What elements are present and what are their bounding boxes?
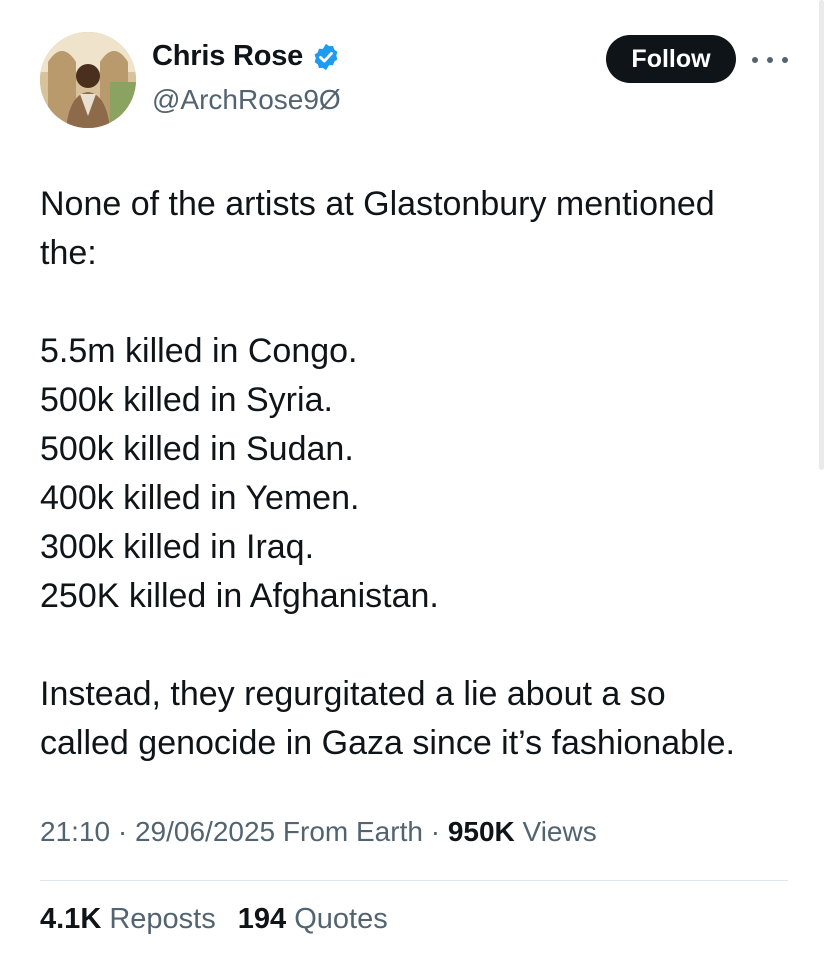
tweet-line: called genocide in Gaza since it’s fashi… — [40, 724, 735, 762]
list-item: 300k killed in Iraq. — [40, 528, 315, 566]
avatar[interactable] — [40, 32, 136, 128]
more-options-icon[interactable] — [752, 50, 788, 70]
quotes-link[interactable]: 194 Quotes — [238, 903, 388, 935]
dot — [752, 57, 758, 63]
tweet-text: None of the artists at Glastonbury menti… — [40, 180, 800, 768]
views-count[interactable]: 950K — [448, 816, 515, 847]
quotes-count: 194 — [237, 903, 287, 935]
divider — [40, 880, 788, 881]
verified-badge-icon — [311, 42, 341, 72]
tweet-line: None of the artists at Glastonbury menti… — [40, 185, 715, 223]
reposts-label: Reposts — [109, 903, 216, 935]
tweet-meta: 21:10 · 29/06/2025 From Earth · 950K Vie… — [40, 816, 597, 848]
separator: · — [117, 816, 128, 847]
tweet-date[interactable]: 29/06/2025 — [135, 816, 275, 847]
name-row: Chris Rose — [152, 40, 341, 73]
reposts-link[interactable]: 4.1K Reposts — [40, 903, 216, 935]
list-item: 400k killed in Yemen. — [40, 479, 360, 517]
views-label: Views — [522, 816, 597, 847]
user-handle[interactable]: @ArchRose9Ø — [152, 84, 341, 116]
tweet: Chris Rose @ArchRose9Ø Follow None of th… — [0, 0, 828, 965]
follow-button[interactable]: Follow — [606, 35, 736, 83]
engagement-stats: 4.1K Reposts 194 Quotes — [40, 903, 402, 936]
display-name[interactable]: Chris Rose — [152, 40, 303, 73]
dot — [767, 57, 773, 63]
list-item: 500k killed in Syria. — [40, 381, 333, 419]
tweet-source: From Earth — [282, 816, 423, 847]
tweet-line: Instead, they regurgitated a lie about a… — [40, 675, 666, 713]
list-item: 500k killed in Sudan. — [40, 430, 354, 468]
scrollbar[interactable] — [819, 0, 824, 470]
dot — [782, 57, 788, 63]
separator: · — [430, 816, 441, 847]
reposts-count: 4.1K — [40, 903, 102, 935]
list-item: 250K killed in Afghanistan. — [40, 577, 439, 615]
list-item: 5.5m killed in Congo. — [40, 332, 358, 370]
tweet-time[interactable]: 21:10 — [40, 816, 110, 847]
tweet-line: the: — [40, 234, 97, 272]
quotes-label: Quotes — [294, 903, 388, 935]
